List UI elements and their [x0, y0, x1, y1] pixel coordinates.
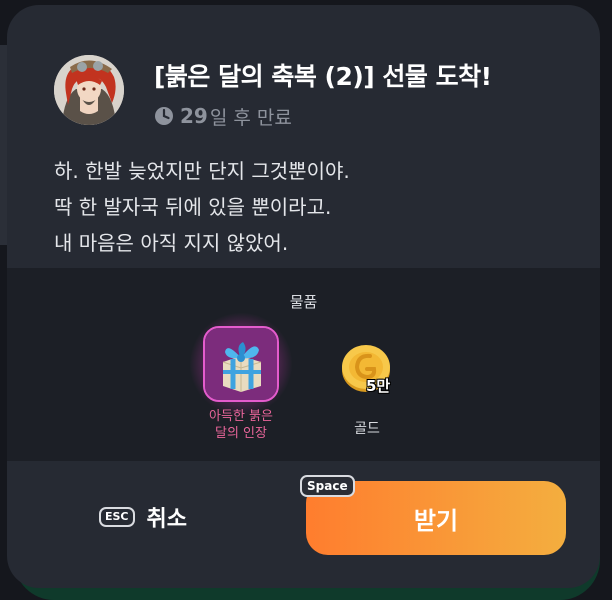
reward-item-gift[interactable] — [189, 312, 293, 416]
space-key-badge: Space — [300, 475, 355, 497]
gift-message: 하. 한발 늦었지만 단지 그것뿐이야. 딱 한 발자국 뒤에 있을 뿐이라고.… — [54, 153, 574, 261]
message-line: 내 마음은 아직 지지 않았어. — [54, 231, 289, 255]
item-frame — [203, 326, 279, 402]
gift-item-name-line: 달의 인장 — [215, 426, 267, 441]
message-line: 하. 한발 늦었지만 단지 그것뿐이야. — [54, 159, 350, 183]
expiry-label: 일 후 만료 — [209, 106, 292, 129]
gift-item-name-line: 아득한 붉은 — [209, 409, 273, 424]
items-panel: 물품 아득한 붉은 달의 인장 5만 골드 — [7, 268, 600, 461]
cancel-button[interactable]: ESC 취소 — [99, 497, 187, 537]
clock-icon — [155, 107, 173, 125]
sender-avatar — [54, 55, 124, 125]
message-line: 딱 한 발자국 뒤에 있을 뿐이라고. — [54, 195, 332, 219]
accept-label: 받기 — [413, 506, 459, 535]
cancel-label: 취소 — [146, 507, 187, 532]
esc-key-badge: ESC — [99, 507, 135, 527]
items-label: 물품 — [289, 293, 318, 311]
expiry-info: 29 일 후 만료 — [154, 103, 292, 129]
gift-title: [붉은 달의 축복 (2)] 선물 도착! — [154, 62, 492, 91]
gift-modal: [붉은 달의 축복 (2)] 선물 도착! 29 일 후 만료 하. 한발 늦었… — [7, 5, 600, 588]
gift-header: [붉은 달의 축복 (2)] 선물 도착! 29 일 후 만료 — [54, 49, 574, 139]
gift-item-name: 아득한 붉은 달의 인장 — [188, 408, 294, 442]
gold-quantity: 5만 — [366, 377, 391, 395]
expiry-days: 29 — [180, 104, 208, 128]
gift-box-icon — [205, 328, 277, 400]
gold-item-name: 골드 — [354, 421, 380, 437]
reward-item-gold[interactable]: 5만 — [340, 343, 402, 395]
